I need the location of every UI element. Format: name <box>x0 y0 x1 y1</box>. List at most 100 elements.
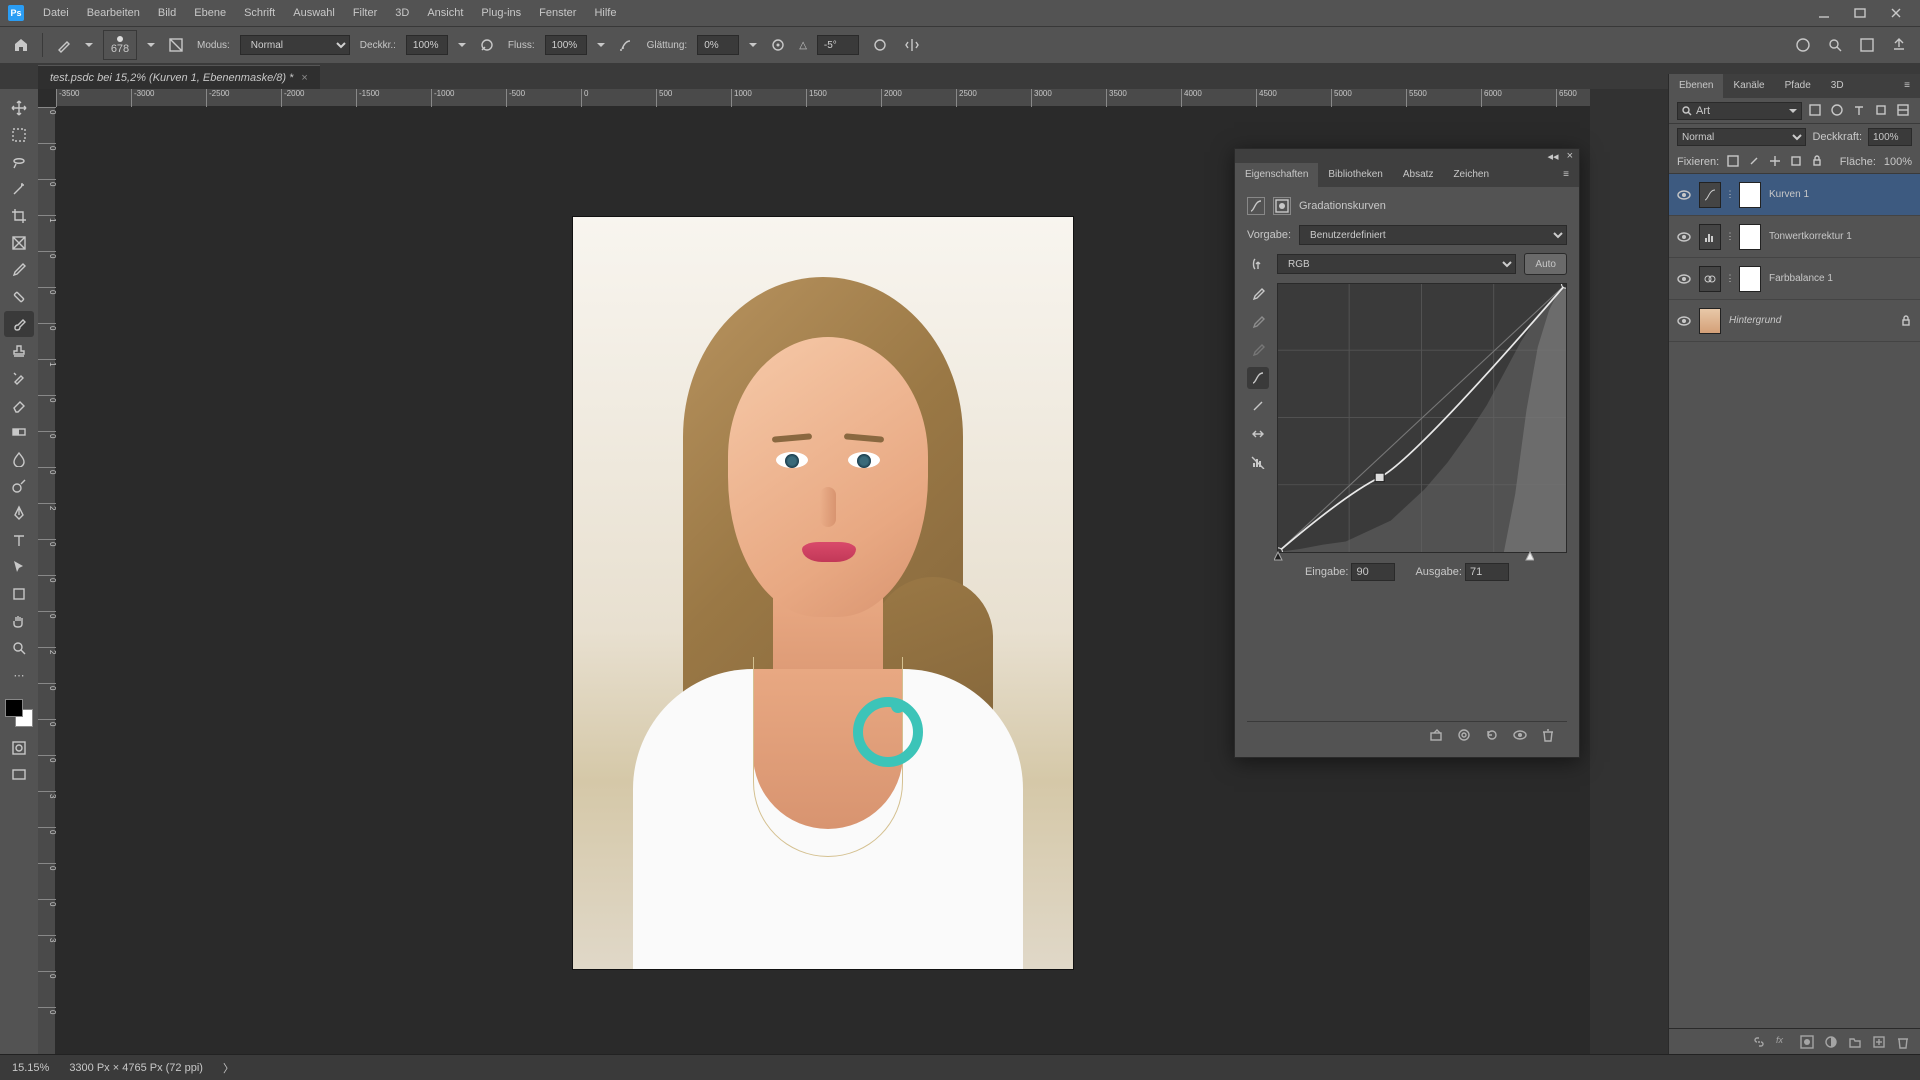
menu-auswahl[interactable]: Auswahl <box>284 0 344 26</box>
target-adjust-icon[interactable] <box>1247 253 1269 275</box>
cloud-docs-icon[interactable] <box>1792 34 1814 56</box>
smooth-curve-icon[interactable] <box>1247 423 1269 445</box>
adjustment-thumb-icon[interactable] <box>1699 182 1721 208</box>
menu-bearbeiten[interactable]: Bearbeiten <box>78 0 149 26</box>
clip-to-layer-icon[interactable] <box>1429 728 1445 744</box>
menu-datei[interactable]: Datei <box>34 0 78 26</box>
frame-tool-icon[interactable] <box>4 230 34 256</box>
new-adjustment-icon[interactable] <box>1824 1035 1838 1049</box>
pressure-opacity-icon[interactable] <box>476 34 498 56</box>
search-icon[interactable] <box>1824 34 1846 56</box>
horizontal-ruler[interactable]: -3500-3000-2500-2000-1500-1000-500050010… <box>56 89 1590 107</box>
hand-tool-icon[interactable] <box>4 608 34 634</box>
tab-pfade[interactable]: Pfade <box>1775 74 1821 98</box>
adjustment-thumb-icon[interactable] <box>1699 224 1721 250</box>
doc-info[interactable]: 3300 Px × 4765 Px (72 ppi) <box>69 1062 203 1074</box>
tab-absatz[interactable]: Absatz <box>1393 163 1444 187</box>
menu-plugins[interactable]: Plug-ins <box>472 0 530 26</box>
opacity-field[interactable]: 100% <box>406 35 448 55</box>
path-select-tool-icon[interactable] <box>4 554 34 580</box>
curves-graph[interactable] <box>1277 283 1567 553</box>
vertical-ruler[interactable]: 00010001000200020003000300 <box>38 107 56 1054</box>
menu-ansicht[interactable]: Ansicht <box>418 0 472 26</box>
auto-button[interactable]: Auto <box>1524 253 1567 275</box>
menu-bild[interactable]: Bild <box>149 0 185 26</box>
lock-all-icon[interactable] <box>1811 155 1824 169</box>
home-icon[interactable] <box>10 34 32 56</box>
blur-tool-icon[interactable] <box>4 446 34 472</box>
panel-collapse-icon[interactable]: ◂◂ <box>1548 150 1559 163</box>
symmetry-icon[interactable] <box>901 34 923 56</box>
layer-name[interactable]: Kurven 1 <box>1769 189 1912 200</box>
angle-field[interactable]: -5° <box>817 35 859 55</box>
heal-tool-icon[interactable] <box>4 284 34 310</box>
shape-tool-icon[interactable] <box>4 581 34 607</box>
new-group-icon[interactable] <box>1848 1035 1862 1049</box>
eyedropper-tool-icon[interactable] <box>4 257 34 283</box>
clip-histogram-icon[interactable] <box>1247 451 1269 473</box>
menu-fenster[interactable]: Fenster <box>530 0 585 26</box>
layer-row[interactable]: Hintergrund <box>1669 300 1920 342</box>
menu-filter[interactable]: Filter <box>344 0 386 26</box>
document-tab[interactable]: test.psdc bei 15,2% (Kurven 1, Ebenenmas… <box>38 65 320 89</box>
chevron-down-icon[interactable] <box>458 41 466 49</box>
close-tab-icon[interactable]: × <box>301 72 307 84</box>
menu-hilfe[interactable]: Hilfe <box>585 0 625 26</box>
lasso-tool-icon[interactable] <box>4 149 34 175</box>
new-layer-icon[interactable] <box>1872 1035 1886 1049</box>
layer-row[interactable]: ⋮ Tonwertkorrektur 1 <box>1669 216 1920 258</box>
filter-shape-icon[interactable] <box>1874 103 1890 119</box>
draw-curve-icon[interactable] <box>1247 395 1269 417</box>
tab-zeichen[interactable]: Zeichen <box>1443 163 1499 187</box>
panel-menu-icon[interactable]: ≡ <box>1894 74 1920 98</box>
visibility-icon[interactable] <box>1677 230 1691 244</box>
tool-preset-icon[interactable] <box>53 34 75 56</box>
toggle-adjustment-icon[interactable] <box>1513 728 1529 744</box>
brush-preset-picker[interactable]: 678 <box>103 30 137 60</box>
tab-eigenschaften[interactable]: Eigenschaften <box>1235 163 1318 187</box>
wand-tool-icon[interactable] <box>4 176 34 202</box>
layer-name[interactable]: Tonwertkorrektur 1 <box>1769 231 1912 242</box>
zoom-tool-icon[interactable] <box>4 635 34 661</box>
mask-thumb[interactable] <box>1739 266 1761 292</box>
tab-bibliotheken[interactable]: Bibliotheken <box>1318 163 1392 187</box>
layer-blend-select[interactable]: Normal <box>1677 128 1806 146</box>
layer-row[interactable]: ⋮ Kurven 1 <box>1669 174 1920 216</box>
sampler-black-icon[interactable] <box>1247 283 1269 305</box>
brush-panel-toggle-icon[interactable] <box>165 34 187 56</box>
layer-name[interactable]: Farbbalance 1 <box>1769 273 1912 284</box>
more-tools-icon[interactable]: ⋯ <box>4 662 34 688</box>
pressure-size-icon[interactable] <box>869 34 891 56</box>
tab-ebenen[interactable]: Ebenen <box>1669 74 1723 98</box>
link-mask-icon[interactable]: ⋮ <box>1725 272 1735 286</box>
edit-points-icon[interactable] <box>1247 367 1269 389</box>
smoothing-options-icon[interactable] <box>767 34 789 56</box>
adjustment-thumb-icon[interactable] <box>1699 266 1721 292</box>
flow-field[interactable]: 100% <box>545 35 587 55</box>
chevron-down-icon[interactable] <box>85 41 93 49</box>
arrange-docs-icon[interactable] <box>1856 34 1878 56</box>
channel-select[interactable]: RGB <box>1277 254 1516 274</box>
fill-field[interactable]: 100% <box>1884 156 1912 168</box>
marquee-tool-icon[interactable] <box>4 122 34 148</box>
tab-kanaele[interactable]: Kanäle <box>1723 74 1774 98</box>
doc-info-chevron-icon[interactable]: 〉 <box>223 1060 234 1076</box>
share-icon[interactable] <box>1888 34 1910 56</box>
mask-thumb[interactable] <box>1739 182 1761 208</box>
tab-3d[interactable]: 3D <box>1821 74 1854 98</box>
filter-pixel-icon[interactable] <box>1808 103 1824 119</box>
panel-close-icon[interactable]: × <box>1567 150 1573 162</box>
visibility-icon[interactable] <box>1677 314 1691 328</box>
chevron-down-icon[interactable] <box>147 41 155 49</box>
airbrush-icon[interactable] <box>615 34 637 56</box>
sampler-gray-icon[interactable] <box>1247 311 1269 333</box>
image-thumb[interactable] <box>1699 308 1721 334</box>
lock-position-icon[interactable] <box>1748 155 1761 169</box>
screenmode-icon[interactable] <box>4 762 34 788</box>
mask-thumb[interactable] <box>1739 224 1761 250</box>
zoom-level[interactable]: 15.15% <box>12 1062 49 1074</box>
smoothing-field[interactable]: 0% <box>697 35 739 55</box>
dodge-tool-icon[interactable] <box>4 473 34 499</box>
layer-opacity-field[interactable]: 100% <box>1868 128 1912 146</box>
link-mask-icon[interactable]: ⋮ <box>1725 230 1735 244</box>
